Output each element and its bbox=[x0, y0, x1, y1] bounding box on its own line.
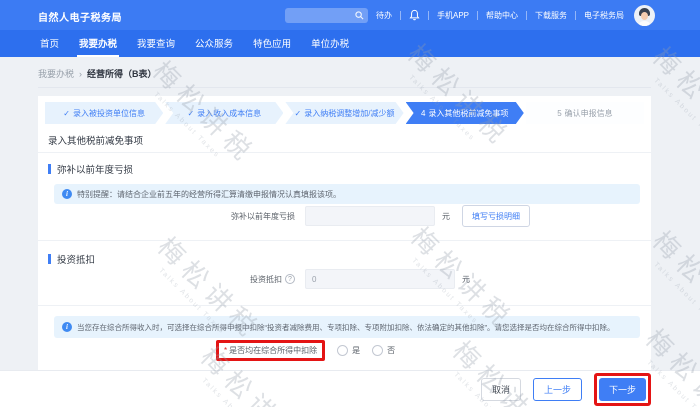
step-label: 录入其他税前减免事项 bbox=[428, 108, 509, 118]
deduct-in-comprehensive-income-row: * 是否均在综合所得中扣除 是 否 bbox=[38, 340, 651, 361]
invest-amount-input[interactable] bbox=[305, 269, 455, 289]
info-icon: i bbox=[62, 322, 72, 332]
loss-field-row: 弥补以前年度亏损 元 填写亏损明细 bbox=[38, 205, 651, 227]
loss-field-label: 弥补以前年度亏损 bbox=[231, 211, 295, 221]
check-icon: ✓ bbox=[63, 108, 70, 118]
radio-group-label: 是否均在综合所得中扣除 bbox=[229, 346, 318, 355]
section-marker bbox=[48, 164, 51, 174]
divider bbox=[428, 10, 429, 20]
main-nav-bar: 首页 我要办税 我要查询 公众服务 特色应用 单位办税 bbox=[0, 30, 700, 57]
radio-option-no-label: 否 bbox=[387, 346, 396, 355]
divider bbox=[38, 240, 651, 241]
nav-item-home[interactable]: 首页 bbox=[38, 30, 61, 57]
step-label: 录入收入成本信息 bbox=[197, 108, 262, 118]
mobile-app-link[interactable]: 手机APP bbox=[437, 10, 469, 21]
step-label: 确认申报信息 bbox=[564, 108, 613, 118]
header-right-menu: 待办 手机APP 帮助中心 下载服务 电子税务局 bbox=[376, 0, 656, 30]
divider bbox=[400, 10, 401, 20]
invest-field-label-text: 投资抵扣 bbox=[250, 274, 282, 284]
radio-circle-icon[interactable] bbox=[372, 345, 384, 356]
bell-icon[interactable] bbox=[409, 9, 420, 21]
section-loss-title: 弥补以前年度亏损 bbox=[57, 165, 134, 176]
watermark-subtext: Talks About Taxes bbox=[652, 261, 700, 330]
step-1-invested-unit-info: ✓ 录入被投资单位信息 bbox=[45, 102, 163, 124]
divider bbox=[38, 305, 651, 306]
step-5-confirm-declaration: 5 确认申报信息 bbox=[525, 102, 645, 124]
avatar-face bbox=[641, 11, 649, 20]
etax-bureau-link[interactable]: 电子税务局 bbox=[584, 10, 624, 21]
info-icon: i bbox=[62, 189, 72, 199]
app-root: 自然人电子税务局 待办 手机APP 帮助中心 下载服务 电子税务局 首页 我要办… bbox=[0, 0, 700, 407]
step-number: 5 bbox=[557, 108, 562, 118]
loss-amount-input[interactable] bbox=[305, 206, 435, 226]
nav-item-tax-handling[interactable]: 我要办税 bbox=[77, 30, 120, 57]
footer-action-bar: 取消 上一步 下一步 bbox=[0, 370, 700, 407]
section-invest-header: 投资抵扣 bbox=[48, 252, 95, 266]
comprehensive-income-notice-text: 当您存在综合所得收入时，可选择在综合所得申报中扣除“投资者减除费用、专项扣除、专… bbox=[77, 322, 615, 332]
annotation-box-radio-label: * 是否均在综合所得中扣除 bbox=[216, 340, 326, 361]
loss-notice-banner: i 特别提醒：请结合企业前五年的经营所得汇算清缴申报情况认真填报该项。 bbox=[54, 184, 640, 204]
help-center-link[interactable]: 帮助中心 bbox=[486, 10, 518, 21]
avatar-body bbox=[638, 20, 652, 26]
step-number: 4 bbox=[420, 108, 426, 118]
next-step-button[interactable]: 下一步 bbox=[598, 377, 646, 401]
divider bbox=[575, 10, 577, 20]
section-loss-header: 弥补以前年度亏损 bbox=[48, 162, 133, 176]
nav-item-unit-tax[interactable]: 单位办税 bbox=[309, 30, 351, 57]
check-icon: ✓ bbox=[187, 108, 195, 118]
radio-option-no[interactable]: 否 bbox=[372, 345, 395, 356]
step-indicator: ✓ 录入被投资单位信息 ✓ 录入收入成本信息 ✓ 录入纳税调整增加/减少额 4 … bbox=[45, 102, 645, 124]
nav-item-public-service[interactable]: 公众服务 bbox=[193, 30, 235, 57]
annotation-box-next-button: 下一步 bbox=[593, 372, 651, 406]
download-link[interactable]: 下载服务 bbox=[535, 10, 567, 21]
divider bbox=[38, 152, 651, 153]
invest-field-label: 投资抵扣 ? bbox=[38, 274, 295, 285]
cancel-button[interactable]: 取消 bbox=[480, 377, 521, 401]
search-icon[interactable] bbox=[355, 11, 364, 20]
breadcrumb-current: 经营所得（B表） bbox=[87, 69, 157, 79]
page-title: 录入其他税前减免事项 bbox=[48, 136, 144, 147]
step-3-tax-adjustment: ✓ 录入纳税调整增加/减少额 bbox=[285, 102, 403, 124]
section-invest-title: 投资抵扣 bbox=[57, 255, 96, 266]
nav-item-featured-apps[interactable]: 特色应用 bbox=[251, 30, 293, 57]
breadcrumb: 我要办税 › 经营所得（B表） bbox=[38, 67, 157, 80]
radio-circle-icon[interactable] bbox=[337, 345, 349, 356]
breadcrumb-parent[interactable]: 我要办税 bbox=[38, 67, 74, 80]
breadcrumb-separator-icon: › bbox=[79, 68, 83, 79]
watermark-subtext: Talks About Taxes bbox=[652, 77, 700, 146]
step-4-pretax-deductions-active: 4 录入其他税前减免事项 bbox=[406, 102, 524, 124]
check-icon: ✓ bbox=[294, 108, 302, 118]
invest-unit-label: 元 bbox=[462, 274, 470, 284]
loss-notice-text: 特别提醒：请结合企业前五年的经营所得汇算清缴申报情况认真填报该项。 bbox=[77, 189, 341, 199]
step-2-income-cost-info: ✓ 录入收入成本信息 bbox=[165, 102, 283, 124]
user-avatar[interactable] bbox=[634, 4, 656, 26]
previous-step-button[interactable]: 上一步 bbox=[532, 377, 582, 401]
help-icon[interactable]: ? bbox=[285, 274, 295, 284]
step-label: 录入纳税调整增加/减少额 bbox=[304, 108, 395, 118]
search-input[interactable] bbox=[285, 8, 355, 23]
step-label: 录入被投资单位信息 bbox=[72, 108, 145, 118]
invest-field-row: 投资抵扣 ? 元 bbox=[38, 269, 651, 289]
search-box[interactable] bbox=[285, 8, 368, 23]
app-logo: 自然人电子税务局 bbox=[38, 13, 122, 24]
fill-loss-detail-button[interactable]: 填写亏损明细 bbox=[462, 205, 530, 227]
form-card: ✓ 录入被投资单位信息 ✓ 录入收入成本信息 ✓ 录入纳税调整增加/减少额 4 … bbox=[38, 96, 651, 370]
comprehensive-income-notice-banner: i 当您存在综合所得收入时，可选择在综合所得申报中扣除“投资者减除费用、专项扣除… bbox=[54, 316, 640, 338]
radio-option-yes[interactable]: 是 bbox=[337, 345, 360, 356]
required-asterisk: * bbox=[224, 346, 228, 355]
nav-item-query[interactable]: 我要查询 bbox=[135, 30, 177, 57]
loss-unit-label: 元 bbox=[442, 211, 450, 221]
divider bbox=[477, 10, 479, 20]
todo-link[interactable]: 待办 bbox=[376, 10, 392, 21]
radio-option-yes-label: 是 bbox=[352, 346, 361, 355]
top-header-bar: 自然人电子税务局 待办 手机APP 帮助中心 下载服务 电子税务局 bbox=[0, 0, 700, 30]
section-marker bbox=[48, 254, 51, 264]
divider bbox=[38, 87, 651, 88]
divider bbox=[526, 10, 528, 20]
